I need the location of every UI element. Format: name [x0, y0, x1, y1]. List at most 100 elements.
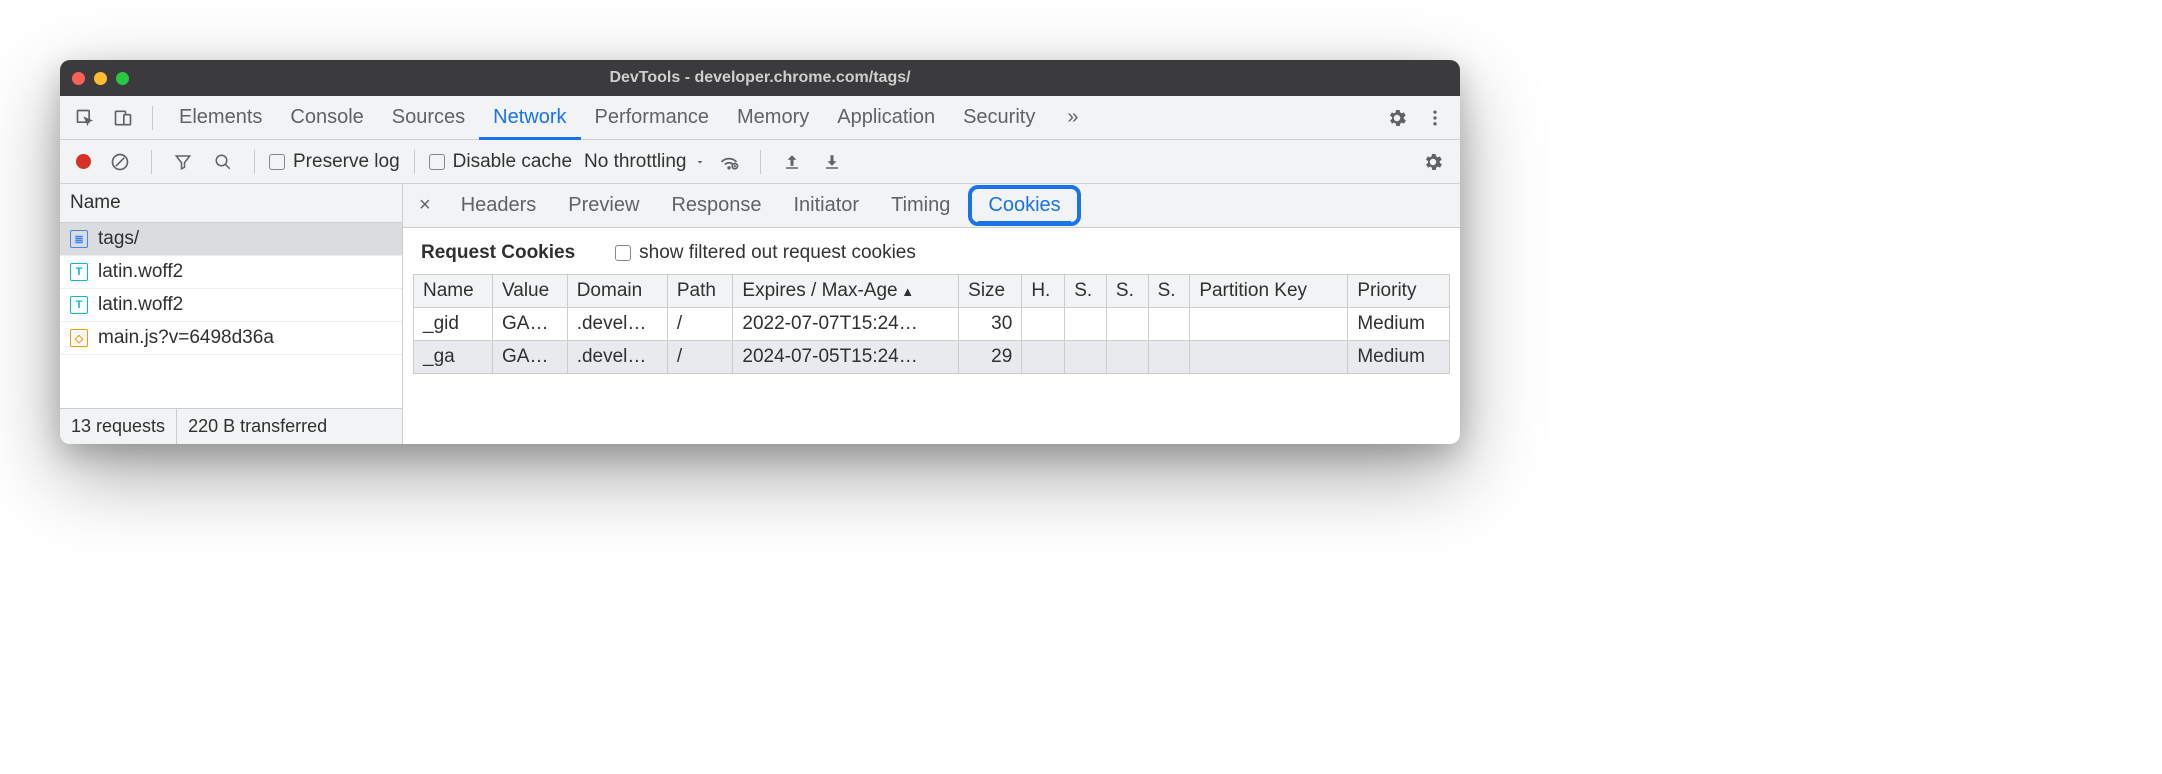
minimize-window-button[interactable]	[94, 72, 107, 85]
cookie-cell-path: /	[667, 341, 733, 374]
filter-icon[interactable]	[166, 145, 200, 179]
request-list-header-name[interactable]: Name	[60, 184, 402, 223]
cookie-cell-size: 29	[959, 341, 1022, 374]
network-toolbar: Preserve log Disable cache No throttling	[60, 140, 1460, 184]
main-tab-bar: ElementsConsoleSourcesNetworkPerformance…	[60, 96, 1460, 140]
cookie-cell-h	[1022, 308, 1065, 341]
cookie-cell-name: _ga	[414, 341, 493, 374]
detail-tab-headers[interactable]: Headers	[447, 184, 551, 227]
font-file-icon: T	[70, 296, 88, 314]
main-tab-memory[interactable]: Memory	[723, 96, 823, 140]
cookie-cell-value: GA…	[493, 308, 568, 341]
search-icon[interactable]	[206, 145, 240, 179]
main-tab-network[interactable]: Network	[479, 96, 580, 140]
cookie-col-header[interactable]: H.	[1022, 275, 1065, 308]
request-row[interactable]: Tlatin.woff2	[60, 289, 402, 322]
cookie-col-header[interactable]: Domain	[567, 275, 667, 308]
cookie-col-header[interactable]: Value	[493, 275, 568, 308]
cookie-cell-pk	[1190, 341, 1348, 374]
inspect-icon[interactable]	[68, 101, 102, 135]
detail-tab-preview[interactable]: Preview	[554, 184, 653, 227]
upload-har-icon[interactable]	[775, 145, 809, 179]
cookie-col-header[interactable]: S.	[1106, 275, 1148, 308]
download-har-icon[interactable]	[815, 145, 849, 179]
close-window-button[interactable]	[72, 72, 85, 85]
cookie-cell-domain: .devel…	[567, 308, 667, 341]
devtools-window: DevTools - developer.chrome.com/tags/ El…	[60, 60, 1460, 444]
cookie-cell-pk	[1190, 308, 1348, 341]
main-tab-console[interactable]: Console	[276, 96, 377, 140]
cookie-cell-value: GA…	[493, 341, 568, 374]
cookie-row[interactable]: _gidGA….devel…/2022-07-07T15:24…30Medium	[414, 308, 1450, 341]
chevron-down-icon	[694, 156, 706, 168]
preserve-log-checkbox[interactable]: Preserve log	[269, 151, 400, 173]
cookie-col-header[interactable]: Name	[414, 275, 493, 308]
cookie-cell-priority: Medium	[1348, 308, 1450, 341]
detail-tab-bar: × HeadersPreviewResponseInitiatorTimingC…	[403, 184, 1460, 228]
request-row[interactable]: ≣ tags/	[60, 223, 402, 256]
cookie-row[interactable]: _gaGA….devel…/2024-07-05T15:24…29 Medium	[414, 341, 1450, 374]
close-detail-button[interactable]: ×	[409, 194, 441, 217]
cookie-cell-h	[1022, 341, 1065, 374]
traffic-lights	[72, 72, 129, 85]
cookie-col-header[interactable]: Priority	[1348, 275, 1450, 308]
panel-settings-icon[interactable]	[1416, 145, 1450, 179]
main-tab-application[interactable]: Application	[823, 96, 949, 140]
cookie-cell-s1	[1065, 341, 1107, 374]
status-bar: 13 requests 220 B transferred	[60, 408, 402, 444]
record-button[interactable]	[76, 154, 91, 169]
request-name: latin.woff2	[98, 261, 183, 283]
cookie-cell-size: 30	[959, 308, 1022, 341]
request-row[interactable]: Tlatin.woff2	[60, 256, 402, 289]
clear-icon[interactable]	[103, 145, 137, 179]
cookie-cell-priority: Medium	[1348, 341, 1450, 374]
kebab-menu-icon[interactable]	[1418, 101, 1452, 135]
window-title: DevTools - developer.chrome.com/tags/	[60, 69, 1460, 87]
request-name: tags/	[98, 228, 139, 250]
main-tab-security[interactable]: Security	[949, 96, 1049, 140]
titlebar: DevTools - developer.chrome.com/tags/	[60, 60, 1460, 96]
request-list-panel: Name ≣tags/Tlatin.woff2Tlatin.woff2◇main…	[60, 184, 403, 444]
cookie-col-header[interactable]: Size	[959, 275, 1022, 308]
throttling-select[interactable]: No throttling	[584, 151, 706, 173]
js-file-icon: ◇	[70, 329, 88, 347]
cookie-col-header[interactable]: S.	[1148, 275, 1190, 308]
cookie-col-header[interactable]: Path	[667, 275, 733, 308]
settings-icon[interactable]	[1380, 101, 1414, 135]
status-transferred: 220 B transferred	[177, 409, 338, 444]
request-row[interactable]: ◇main.js?v=6498d36a	[60, 322, 402, 355]
separator	[152, 106, 153, 130]
network-conditions-icon[interactable]	[712, 145, 746, 179]
main-tab-sources[interactable]: Sources	[378, 96, 479, 140]
detail-tab-cookies[interactable]: Cookies	[968, 185, 1080, 226]
detail-tab-response[interactable]: Response	[657, 184, 775, 227]
maximize-window-button[interactable]	[116, 72, 129, 85]
font-file-icon: T	[70, 263, 88, 281]
status-requests: 13 requests	[60, 409, 177, 444]
cookie-cell-s3	[1148, 308, 1190, 341]
disable-cache-checkbox[interactable]: Disable cache	[429, 151, 572, 173]
cookie-cell-s2	[1106, 341, 1148, 374]
doc-file-icon: ≣	[70, 230, 88, 248]
main-tab-performance[interactable]: Performance	[581, 96, 724, 140]
detail-tab-initiator[interactable]: Initiator	[780, 184, 874, 227]
cookies-table: NameValueDomainPathExpires / Max-AgeSize…	[413, 274, 1450, 374]
detail-tab-timing[interactable]: Timing	[877, 184, 964, 227]
overflow-tabs-button[interactable]: »	[1053, 96, 1092, 139]
cookie-cell-s2	[1106, 308, 1148, 341]
device-toggle-icon[interactable]	[106, 101, 140, 135]
cookie-cell-name: _gid	[414, 308, 493, 341]
cookie-cell-s3	[1148, 341, 1190, 374]
pane-title: Request Cookies	[421, 242, 575, 264]
cookie-col-header[interactable]: Partition Key	[1190, 275, 1348, 308]
cookie-cell-expires: 2024-07-05T15:24…	[733, 341, 959, 374]
cookie-cell-expires: 2022-07-07T15:24…	[733, 308, 959, 341]
cookie-cell-s1	[1065, 308, 1107, 341]
request-detail-panel: × HeadersPreviewResponseInitiatorTimingC…	[403, 184, 1460, 444]
cookie-col-header[interactable]: S.	[1065, 275, 1107, 308]
main-tab-elements[interactable]: Elements	[165, 96, 276, 140]
cookie-col-header[interactable]: Expires / Max-Age	[733, 275, 959, 308]
cookie-cell-domain: .devel…	[567, 341, 667, 374]
show-filtered-cookies-checkbox[interactable]: show filtered out request cookies	[615, 242, 916, 264]
request-name: latin.woff2	[98, 294, 183, 316]
